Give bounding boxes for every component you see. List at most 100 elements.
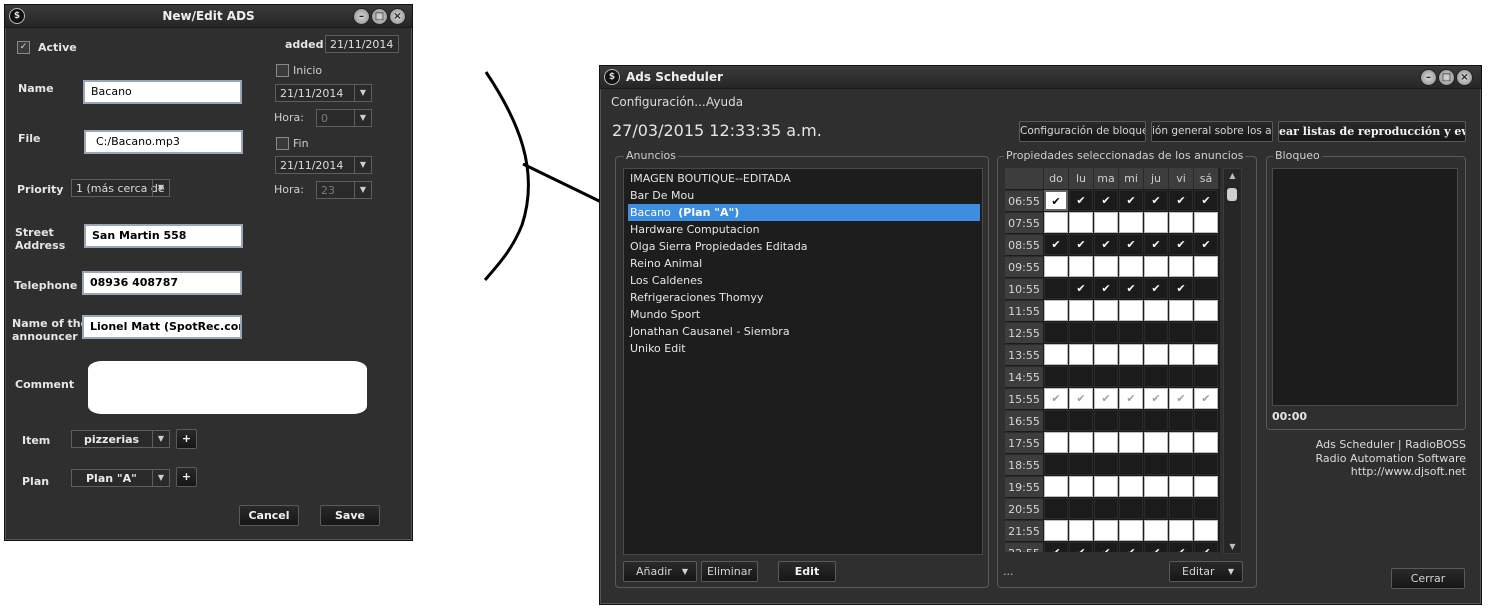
schedule-cell[interactable] [1169, 454, 1193, 475]
schedule-cell[interactable]: ✔ [1119, 388, 1143, 409]
schedule-cell[interactable] [1119, 454, 1143, 475]
announcer-field[interactable]: Lionel Matt (SpotRec.com) [82, 315, 242, 339]
schedule-cell[interactable] [1194, 300, 1218, 321]
schedule-cell[interactable] [1094, 432, 1118, 453]
schedule-cell[interactable]: ✔ [1194, 542, 1218, 552]
schedule-cell[interactable] [1194, 366, 1218, 387]
schedule-cell[interactable] [1044, 476, 1068, 497]
schedule-cell[interactable] [1069, 212, 1093, 233]
delete-ad-button[interactable]: Eliminar [701, 561, 758, 582]
schedule-cell[interactable]: ✔ [1169, 234, 1193, 255]
schedule-cell[interactable] [1119, 520, 1143, 541]
scroll-down-icon[interactable]: ▼ [1224, 542, 1241, 551]
schedule-cell[interactable] [1144, 476, 1168, 497]
inicio-checkbox[interactable] [276, 64, 289, 77]
priority-dropdown[interactable]: 1 (más cerca de ▼ [71, 179, 170, 197]
schedule-cell[interactable] [1069, 300, 1093, 321]
schedule-cell[interactable] [1119, 366, 1143, 387]
schedule-cell[interactable]: ✔ [1144, 388, 1168, 409]
schedule-cell[interactable]: ✔ [1044, 388, 1068, 409]
schedule-cell[interactable] [1169, 476, 1193, 497]
editar-button[interactable]: Editar ▼ [1169, 561, 1243, 582]
cancel-button[interactable]: Cancel [239, 505, 299, 526]
schedule-cell[interactable]: ✔ [1044, 542, 1068, 552]
schedule-cell[interactable] [1144, 322, 1168, 343]
grid-scrollbar[interactable]: ▲ ▼ [1223, 168, 1242, 554]
list-item[interactable]: Reino Animal [628, 255, 980, 272]
schedule-cell[interactable] [1094, 520, 1118, 541]
list-item-selected[interactable]: Bacano (Plan "A") [628, 204, 980, 221]
schedule-cell[interactable]: ✔ [1119, 278, 1143, 299]
edit-ads-titlebar[interactable]: $ New/Edit ADS – □ × [5, 5, 412, 28]
schedule-cell[interactable] [1094, 476, 1118, 497]
schedule-cell[interactable]: ✔ [1069, 190, 1093, 211]
schedule-cell[interactable] [1144, 344, 1168, 365]
schedule-cell[interactable] [1194, 454, 1218, 475]
schedule-cell[interactable] [1119, 300, 1143, 321]
schedule-cell[interactable] [1194, 432, 1218, 453]
list-item[interactable]: Jonathan Causanel - Siembra [628, 323, 980, 340]
schedule-cell[interactable] [1194, 476, 1218, 497]
schedule-cell[interactable] [1094, 344, 1118, 365]
scroll-up-icon[interactable]: ▲ [1224, 171, 1241, 180]
schedule-cell[interactable] [1119, 322, 1143, 343]
comment-field[interactable] [88, 361, 367, 414]
schedule-cell[interactable] [1144, 520, 1168, 541]
schedule-cell[interactable] [1194, 256, 1218, 277]
schedule-cell[interactable]: ✔ [1044, 234, 1068, 255]
schedule-cell[interactable]: ✔ [1169, 388, 1193, 409]
close-button[interactable]: Cerrar [1391, 568, 1465, 589]
schedule-cell[interactable] [1044, 300, 1068, 321]
schedule-cell[interactable]: ✔ [1119, 190, 1143, 211]
close-icon[interactable]: × [1456, 69, 1473, 86]
schedule-cell[interactable]: ✔ [1069, 542, 1093, 552]
schedule-cell[interactable] [1044, 498, 1068, 519]
schedule-cell[interactable] [1119, 476, 1143, 497]
inicio-date-dropdown[interactable]: 21/11/2014 ▼ [275, 84, 372, 102]
schedule-cell[interactable] [1044, 520, 1068, 541]
crear-listas-button[interactable]: ear listas de reproducción y event [1278, 121, 1466, 142]
schedule-cell[interactable] [1069, 256, 1093, 277]
list-item[interactable]: Hardware Computacion [628, 221, 980, 238]
maximize-icon[interactable]: □ [371, 8, 388, 25]
ads-list[interactable]: IMAGEN BOUTIQUE--EDITADA Bar De Mou Baca… [623, 168, 983, 555]
schedule-cell[interactable]: ✔ [1169, 542, 1193, 552]
schedule-cell[interactable] [1119, 432, 1143, 453]
save-button[interactable]: Save [320, 505, 380, 526]
schedule-cell[interactable] [1069, 410, 1093, 431]
schedule-cell[interactable] [1169, 366, 1193, 387]
minimize-icon[interactable]: – [353, 8, 370, 25]
schedule-cell[interactable] [1194, 520, 1218, 541]
schedule-cell[interactable] [1169, 256, 1193, 277]
schedule-cell[interactable] [1169, 520, 1193, 541]
schedule-cell[interactable]: ✔ [1119, 234, 1143, 255]
edit-ad-button[interactable]: Edit [778, 561, 836, 582]
schedule-cell[interactable] [1069, 454, 1093, 475]
schedule-cell[interactable]: ✔ [1169, 278, 1193, 299]
list-item[interactable]: Mundo Sport [628, 306, 980, 323]
schedule-cell[interactable]: ✔ [1069, 278, 1093, 299]
maximize-icon[interactable]: □ [1438, 69, 1455, 86]
schedule-cell[interactable] [1044, 410, 1068, 431]
schedule-cell[interactable] [1169, 432, 1193, 453]
menu-configuracion[interactable]: Configuración... [611, 95, 706, 109]
active-checkbox[interactable]: ✓ [17, 41, 30, 54]
schedule-cell[interactable] [1094, 366, 1118, 387]
schedule-cell[interactable] [1169, 322, 1193, 343]
schedule-cell[interactable] [1144, 256, 1168, 277]
menu-ayuda[interactable]: Ayuda [706, 95, 743, 109]
schedule-cell[interactable] [1044, 366, 1068, 387]
schedule-cell[interactable] [1044, 432, 1068, 453]
schedule-cell[interactable] [1044, 344, 1068, 365]
schedule-cell[interactable] [1144, 300, 1168, 321]
file-field[interactable]: C:/Bacano.mp3 [84, 130, 243, 154]
schedule-cell[interactable] [1094, 410, 1118, 431]
add-ad-button[interactable]: Añadir ▼ [623, 561, 697, 582]
schedule-cell[interactable] [1069, 476, 1093, 497]
schedule-cell[interactable] [1069, 322, 1093, 343]
schedule-cell[interactable] [1044, 256, 1068, 277]
fin-checkbox[interactable] [276, 137, 289, 150]
schedule-cell[interactable]: ✔ [1094, 234, 1118, 255]
config-bloques-button[interactable]: Configuración de bloques... [1019, 121, 1146, 142]
schedule-cell[interactable] [1044, 212, 1068, 233]
